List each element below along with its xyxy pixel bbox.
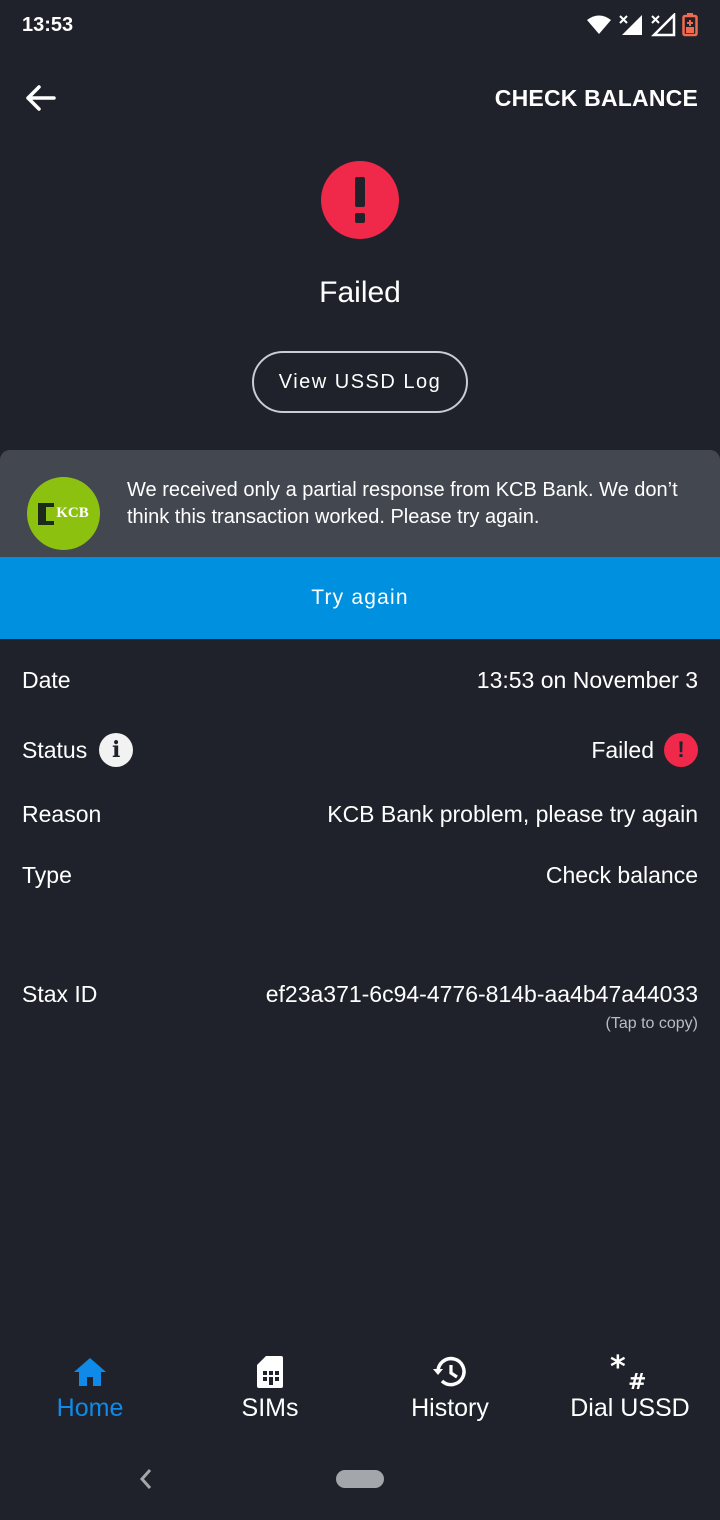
stax-id-row[interactable]: Stax ID ef23a371-6c94-4776-814b-aa4b47a4… <box>22 981 698 1008</box>
failed-status-icon <box>321 161 399 239</box>
tap-to-copy-hint: (Tap to copy) <box>605 1015 698 1032</box>
system-nav-bar <box>0 1445 720 1520</box>
bottom-nav: Home SIMs History * # Dial USSD <box>0 1352 720 1438</box>
ussd-dial-icon: * # <box>610 1353 646 1391</box>
app-bar: CHECK BALANCE <box>0 60 720 136</box>
nav-dial-ussd[interactable]: * # Dial USSD <box>540 1352 720 1438</box>
wifi-icon <box>587 15 611 34</box>
date-row: Date 13:53 on November 3 <box>22 667 698 694</box>
message-text: We received only a partial response from… <box>127 479 678 528</box>
nav-history-label: History <box>411 1394 489 1422</box>
exclamation-icon <box>355 177 365 223</box>
check-balance-title: CHECK BALANCE <box>494 84 698 111</box>
nav-sims-label: SIMs <box>241 1394 299 1422</box>
stax-id-value[interactable]: ef23a371-6c94-4776-814b-aa4b47a44033 <box>266 981 698 1008</box>
status-value: Failed <box>591 736 654 763</box>
reason-value: KCB Bank problem, please try again <box>327 801 698 827</box>
kcb-mark-icon <box>38 502 55 525</box>
home-icon <box>74 1358 106 1386</box>
battery-icon <box>682 13 698 37</box>
system-home-pill[interactable] <box>336 1470 384 1488</box>
arrow-left-icon <box>26 85 56 111</box>
try-again-button[interactable]: Try again <box>0 557 720 639</box>
reason-label: Reason <box>22 801 102 827</box>
nav-history[interactable]: History <box>360 1352 540 1438</box>
info-icon[interactable]: i <box>99 733 134 767</box>
result-title: Failed <box>319 276 401 309</box>
message-card: KCB We received only a partial response … <box>0 450 720 558</box>
nav-home[interactable]: Home <box>0 1352 180 1438</box>
stax-id-label: Stax ID <box>22 981 98 1007</box>
type-label: Type <box>22 862 72 888</box>
reason-row: Reason KCB Bank problem, please try agai… <box>22 801 698 828</box>
failed-small-icon: ! <box>664 733 698 767</box>
history-icon <box>433 1356 466 1387</box>
kcb-logo: KCB <box>27 477 100 550</box>
system-back-icon[interactable] <box>138 1467 154 1491</box>
status-time: 13:53 <box>22 13 74 36</box>
sim-card-icon <box>257 1356 283 1388</box>
signal-icon <box>619 15 642 35</box>
back-button[interactable] <box>22 80 58 116</box>
nav-sims[interactable]: SIMs <box>180 1352 360 1438</box>
status-label: Status <box>22 736 88 763</box>
view-ussd-log-button[interactable]: View USSD Log <box>252 351 468 413</box>
status-icons <box>586 13 698 37</box>
status-row: Status i Failed ! <box>22 733 698 767</box>
status-bar: 13:53 <box>0 0 720 50</box>
type-row: Type Check balance <box>22 862 698 889</box>
signal-icon-2 <box>650 13 676 37</box>
svg-text:*: * <box>610 1353 626 1385</box>
nav-dial-ussd-label: Dial USSD <box>570 1394 690 1422</box>
nav-home-label: Home <box>56 1394 124 1422</box>
date-value: 13:53 on November 3 <box>476 667 698 693</box>
svg-text:#: # <box>628 1370 646 1391</box>
type-value: Check balance <box>545 862 698 888</box>
date-label: Date <box>22 667 71 693</box>
kcb-logo-text: KCB <box>56 505 89 521</box>
